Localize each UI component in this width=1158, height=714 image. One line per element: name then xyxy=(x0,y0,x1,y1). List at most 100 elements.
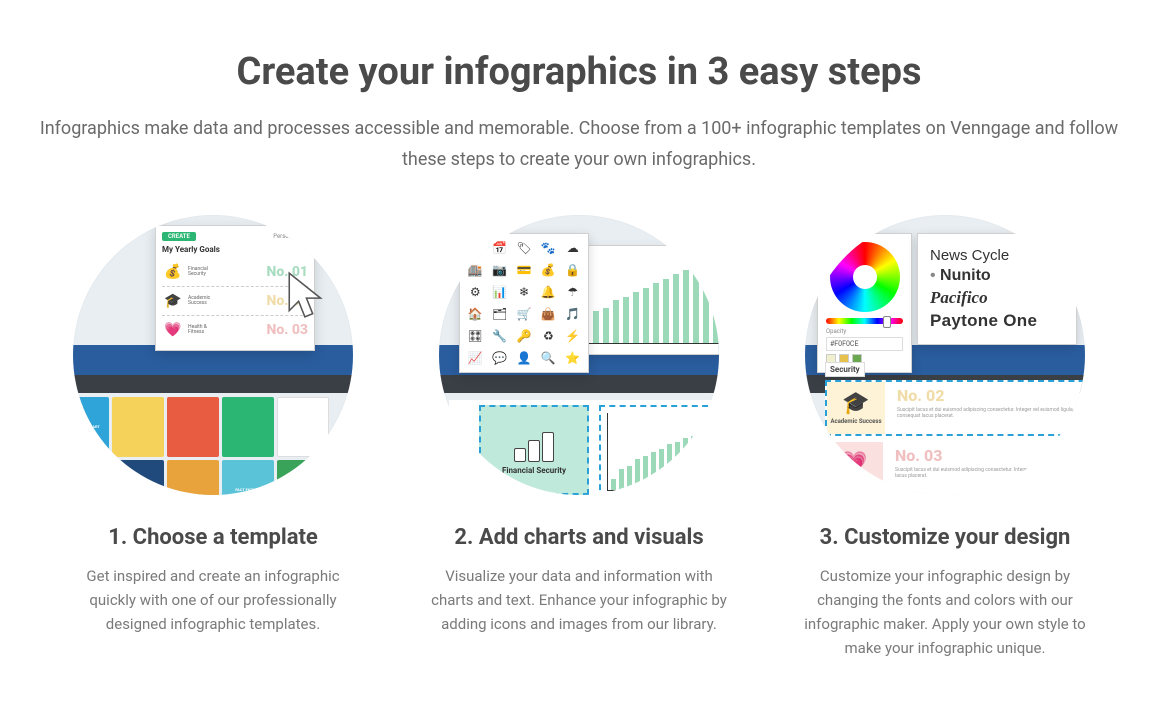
step-3: Opacity #F0F0CE News Cycle Nunito Pacifi… xyxy=(782,215,1108,660)
library-icon[interactable]: 🏠 xyxy=(464,304,486,324)
editor-bar-chart xyxy=(607,413,719,491)
library-icon[interactable]: 👜 xyxy=(537,304,559,324)
bar xyxy=(699,433,704,490)
library-icon[interactable]: 🎛 xyxy=(464,326,486,346)
icon-library-panel: 🏛📅🏷🐾☁ 🏬📷💳💰🔒 ⚙📊❄🔔☂ 🏠🗂🛒👜🎵 🎛🔧🔑♻⚡ 📈💬👤🔍⭐ xyxy=(459,233,589,373)
color-wheel[interactable] xyxy=(830,242,900,312)
health-number: No. 03 xyxy=(895,446,1085,465)
bar xyxy=(635,459,640,490)
bar xyxy=(643,288,649,343)
template-thumbnail[interactable] xyxy=(167,460,219,495)
editor-canvas: Financial Security xyxy=(449,400,719,495)
template-thumbnail[interactable] xyxy=(167,397,219,457)
font-option-pacifico[interactable]: Pacifico xyxy=(930,288,1064,308)
library-icon[interactable]: 💳 xyxy=(513,260,535,280)
bar-chart xyxy=(578,254,719,344)
hex-input[interactable]: #F0F0CE xyxy=(826,337,903,351)
hue-slider[interactable] xyxy=(826,318,903,324)
font-picker-panel[interactable]: News Cycle Nunito Pacifico Paytone One xyxy=(917,233,1077,345)
font-option-nunito[interactable]: Nunito xyxy=(930,267,1064,285)
selected-image-caption: Financial Security xyxy=(502,466,566,475)
page-title: Create your infographics in 3 easy steps xyxy=(10,50,1148,94)
goal-3-number: No. 03 xyxy=(266,322,308,338)
coins-icon: 💰 xyxy=(162,261,184,283)
library-icon[interactable]: 📈 xyxy=(464,348,486,368)
template-thumbnail[interactable] xyxy=(112,397,164,457)
health-label: Health & Fitness xyxy=(832,478,876,485)
step-1-illustration: COLORFUL CHARTFACT FICTION CREATE Person… xyxy=(73,215,353,495)
app-toolbar xyxy=(439,375,719,393)
academic-text: No. 02 Suscipit lacus et dui euismod adi… xyxy=(891,382,1085,434)
create-button[interactable]: CREATE xyxy=(162,232,196,241)
page-subtitle: Infographics make data and processes acc… xyxy=(19,114,1139,175)
template-thumbnail[interactable] xyxy=(112,460,164,495)
bar xyxy=(663,279,669,343)
library-icon[interactable]: 💰 xyxy=(537,260,559,280)
step-2-title: 2. Add charts and visuals xyxy=(454,525,703,550)
library-icon[interactable]: 🔒 xyxy=(562,260,584,280)
selected-chart-block[interactable] xyxy=(599,405,719,495)
graduation-cap-icon: 🎓 xyxy=(842,391,869,416)
library-icon[interactable]: 📊 xyxy=(488,282,510,302)
selected-image-block[interactable]: Financial Security xyxy=(479,405,589,495)
editor-canvas: Security 🎓 Academic Success No. 02 Susci… xyxy=(825,380,1085,495)
template-thumbnail[interactable] xyxy=(277,460,329,495)
bar xyxy=(613,300,619,343)
library-icon[interactable]: ⚡ xyxy=(562,326,584,346)
library-icon[interactable]: ☁ xyxy=(562,238,584,258)
library-icon[interactable]: 🎵 xyxy=(562,304,584,324)
cursor-icon xyxy=(283,270,333,320)
library-icon[interactable]: 🔧 xyxy=(488,326,510,346)
font-option-paytone-one[interactable]: Paytone One xyxy=(930,311,1064,331)
template-thumbnail[interactable]: COLORFUL CHART xyxy=(73,397,109,457)
library-icon[interactable]: 🐾 xyxy=(537,238,559,258)
library-icon[interactable]: ⭐ xyxy=(562,348,584,368)
template-thumbnail[interactable] xyxy=(73,460,109,495)
step-1: COLORFUL CHARTFACT FICTION CREATE Person… xyxy=(50,215,376,660)
library-icon[interactable]: 🔑 xyxy=(513,326,535,346)
academic-badge: 🎓 Academic Success xyxy=(827,382,885,434)
library-icon[interactable]: ♻ xyxy=(537,326,559,346)
security-section-header: Security xyxy=(825,362,865,377)
library-icon[interactable]: 🔔 xyxy=(537,282,559,302)
bar xyxy=(667,444,672,490)
goal-3-label: Health & Fitness xyxy=(188,325,218,336)
academic-number: No. 02 xyxy=(897,386,1085,405)
bar xyxy=(693,267,699,344)
library-icon[interactable]: 👤 xyxy=(513,348,535,368)
library-icon[interactable]: 🏷 xyxy=(513,238,535,258)
bar xyxy=(683,438,688,490)
library-icon[interactable]: 💬 xyxy=(488,348,510,368)
bar xyxy=(683,270,689,343)
bar xyxy=(611,479,616,490)
library-icon[interactable]: 📷 xyxy=(488,260,510,280)
academic-label: Academic Success xyxy=(830,418,881,425)
template-thumbnail[interactable]: FACT FICTION xyxy=(222,460,274,495)
font-option-news-cycle[interactable]: News Cycle xyxy=(930,247,1064,264)
bar xyxy=(673,274,679,343)
color-picker-panel[interactable]: Opacity #F0F0CE xyxy=(817,233,912,373)
library-icon[interactable]: 🏬 xyxy=(464,260,486,280)
step-3-title: 3. Customize your design xyxy=(820,525,1071,550)
bar xyxy=(691,436,696,490)
step-1-desc: Get inspired and create an infographic q… xyxy=(63,564,363,636)
hearts-icon: 💗 xyxy=(162,319,184,341)
bar xyxy=(633,292,639,344)
bar xyxy=(653,283,659,344)
library-icon[interactable]: 🏛 xyxy=(464,238,486,258)
library-icon[interactable]: 🔍 xyxy=(537,348,559,368)
library-icon[interactable]: ❄ xyxy=(513,282,535,302)
goal-1-label: Financial Security xyxy=(188,267,218,278)
library-icon[interactable]: ☂ xyxy=(562,282,584,302)
library-icon[interactable]: 🛒 xyxy=(513,304,535,324)
library-icon[interactable]: 📅 xyxy=(488,238,510,258)
bar xyxy=(707,432,712,491)
goal-2-label: Academic Success xyxy=(188,296,218,307)
bar xyxy=(593,311,599,343)
bar xyxy=(623,297,629,343)
library-icon[interactable]: ⚙ xyxy=(464,282,486,302)
goal-row-academic[interactable]: 🎓 Academic Success No. 02 Suscipit lacus… xyxy=(825,380,1085,436)
template-thumbnail[interactable] xyxy=(277,397,329,457)
library-icon[interactable]: 🗂 xyxy=(488,304,510,324)
template-thumbnail[interactable] xyxy=(222,397,274,457)
